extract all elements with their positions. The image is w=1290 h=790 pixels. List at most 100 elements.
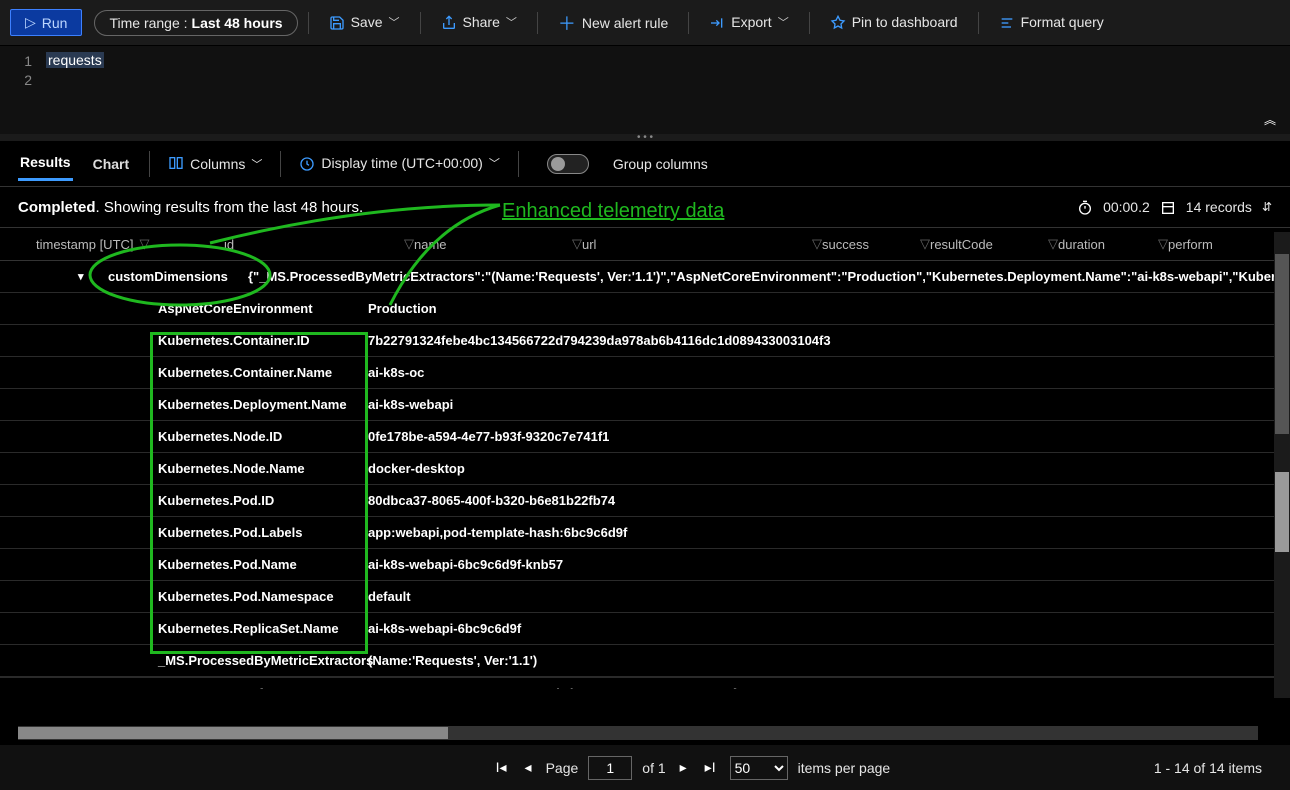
chevron-down-icon[interactable]: ▾: [78, 270, 84, 283]
next-page-button[interactable]: ▸: [676, 757, 691, 778]
property-row: Kubernetes.Pod.Labelsapp:webapi,pod-temp…: [0, 517, 1290, 549]
format-button[interactable]: Format query: [989, 10, 1114, 35]
status-completed: Completed: [18, 199, 96, 216]
horizontal-scrollbar[interactable]: [18, 726, 1258, 740]
display-time-label: Display time (UTC+00:00): [321, 155, 482, 171]
per-page-select[interactable]: 50: [730, 756, 788, 780]
display-time-button[interactable]: Display time (UTC+00:00) ﹀: [299, 155, 499, 172]
export-icon: [709, 14, 725, 31]
property-row: Kubernetes.Deployment.Nameai-k8s-webapi: [0, 389, 1290, 421]
page-input[interactable]: [588, 756, 632, 780]
property-value: ai-k8s-webapi-6bc9c6d9f: [368, 621, 521, 636]
property-value: 0fe178be-a594-4e77-b93f-9320c7e741f1: [368, 429, 609, 444]
separator: [537, 12, 538, 34]
time-range-label: Time range :: [109, 15, 187, 31]
col-url[interactable]: url: [582, 237, 596, 252]
expanded-customdimensions[interactable]: ▾ customDimensions {"_MS.ProcessedByMetr…: [0, 261, 1290, 293]
filter-icon[interactable]: ▽: [1158, 236, 1168, 252]
property-row: Kubernetes.Pod.ID80dbca37-8065-400f-b320…: [0, 485, 1290, 517]
chevron-right-icon[interactable]: ▸: [78, 687, 84, 689]
group-columns-label: Group columns: [613, 156, 708, 172]
status-detail: . Showing results from the last 48 hours…: [96, 199, 364, 216]
property-value: default: [368, 589, 411, 604]
property-row: AspNetCoreEnvironmentProduction: [0, 293, 1290, 325]
export-button[interactable]: Export ﹀: [699, 10, 798, 35]
results-content[interactable]: ▾ customDimensions {"_MS.ProcessedByMetr…: [0, 261, 1290, 689]
prev-page-button[interactable]: ◂: [521, 757, 536, 778]
scroll-thumb[interactable]: [1275, 254, 1289, 434]
group-columns-toggle[interactable]: [547, 154, 589, 174]
property-key: Kubernetes.Container.ID: [158, 333, 368, 348]
pin-label: Pin to dashboard: [852, 14, 958, 30]
pin-button[interactable]: Pin to dashboard: [820, 10, 968, 35]
format-label: Format query: [1021, 14, 1104, 30]
chevron-down-icon: ﹀: [389, 14, 400, 30]
time-range-picker[interactable]: Time range : Last 48 hours: [94, 10, 297, 36]
filter-icon[interactable]: ▽: [1048, 236, 1058, 252]
expand-icon[interactable]: ⇵: [1262, 200, 1272, 214]
resize-grip[interactable]: • • •: [0, 134, 1290, 141]
property-key: Kubernetes.Node.ID: [158, 429, 368, 444]
collapse-up-icon[interactable]: ︽: [1264, 111, 1276, 128]
expanded-custommeasurements[interactable]: ▸ customMeasurements {"Process.Memory":2…: [0, 677, 1290, 689]
col-resultcode[interactable]: resultCode: [930, 237, 993, 252]
status-text: Completed. Showing results from the last…: [18, 199, 363, 216]
filter-icon[interactable]: ▽: [140, 236, 150, 252]
property-key: Kubernetes.Pod.Labels: [158, 525, 368, 540]
columns-icon: [168, 155, 184, 173]
records-count: 14 records: [1186, 199, 1252, 215]
line-number: 2: [0, 71, 32, 90]
tab-results[interactable]: Results: [18, 146, 73, 181]
scroll-thumb[interactable]: [18, 727, 448, 739]
query-editor[interactable]: 1 2 requests ︽: [0, 46, 1290, 134]
chevron-down-icon: ﹀: [251, 156, 262, 172]
property-value: ai-k8s-oc: [368, 365, 424, 380]
filter-icon[interactable]: ▽: [812, 236, 822, 252]
custommeasurements-value: {"Process.Memory":25702465536,"Process.C…: [258, 686, 739, 689]
filter-icon[interactable]: ▽: [572, 236, 582, 252]
save-button[interactable]: Save ﹀: [319, 10, 410, 35]
tab-chart[interactable]: Chart: [91, 148, 132, 180]
share-button[interactable]: Share ﹀: [431, 10, 527, 35]
editor-code[interactable]: requests: [40, 46, 1290, 134]
property-key: Kubernetes.Node.Name: [158, 461, 368, 476]
page-label: Page: [546, 760, 579, 776]
property-key: Kubernetes.ReplicaSet.Name: [158, 621, 368, 636]
property-value: 80dbca37-8065-400f-b320-b6e81b22fb74: [368, 493, 615, 508]
separator: [420, 12, 421, 34]
scroll-thumb[interactable]: [1275, 472, 1289, 552]
new-alert-button[interactable]: ＋ New alert rule: [548, 6, 678, 40]
columns-button[interactable]: Columns ﹀: [168, 155, 262, 173]
editor-gutter: 1 2: [0, 46, 40, 134]
status-row: Completed. Showing results from the last…: [0, 187, 1290, 227]
filter-icon[interactable]: ▽: [920, 236, 930, 252]
filter-icon[interactable]: ▽: [404, 236, 414, 252]
property-row: Kubernetes.Container.Nameai-k8s-oc: [0, 357, 1290, 389]
customdimensions-value: {"_MS.ProcessedByMetricExtractors":"(Nam…: [248, 269, 1290, 284]
columns-label: Columns: [190, 156, 245, 172]
property-row: _MS.ProcessedByMetricExtractors(Name:'Re…: [0, 645, 1290, 677]
run-button[interactable]: ▷ Run: [10, 9, 82, 36]
play-icon: ▷: [25, 14, 36, 31]
new-alert-label: New alert rule: [582, 15, 668, 31]
property-value: ai-k8s-webapi: [368, 397, 453, 412]
col-perform[interactable]: perform: [1168, 237, 1213, 252]
property-row: Kubernetes.Pod.Nameai-k8s-webapi-6bc9c6d…: [0, 549, 1290, 581]
vertical-scrollbar[interactable]: [1274, 232, 1290, 698]
property-value: docker-desktop: [368, 461, 465, 476]
last-page-button[interactable]: ▸I: [701, 757, 720, 778]
col-success[interactable]: success: [822, 237, 869, 252]
save-icon: [329, 14, 345, 31]
property-value: 7b22791324febe4bc134566722d794239da978ab…: [368, 333, 831, 348]
col-id[interactable]: id: [224, 237, 234, 252]
col-name[interactable]: name: [414, 237, 447, 252]
col-timestamp[interactable]: timestamp [UTC]: [36, 237, 134, 252]
table-header: timestamp [UTC]▽ id▽ name▽ url▽ success▽…: [0, 227, 1290, 261]
property-key: Kubernetes.Container.Name: [158, 365, 368, 380]
col-duration[interactable]: duration: [1058, 237, 1105, 252]
format-icon: [999, 14, 1015, 31]
separator: [809, 12, 810, 34]
first-page-button[interactable]: I◂: [492, 757, 511, 778]
property-value: ai-k8s-webapi-6bc9c6d9f-knb57: [368, 557, 563, 572]
time-range-value: Last 48 hours: [192, 15, 283, 31]
